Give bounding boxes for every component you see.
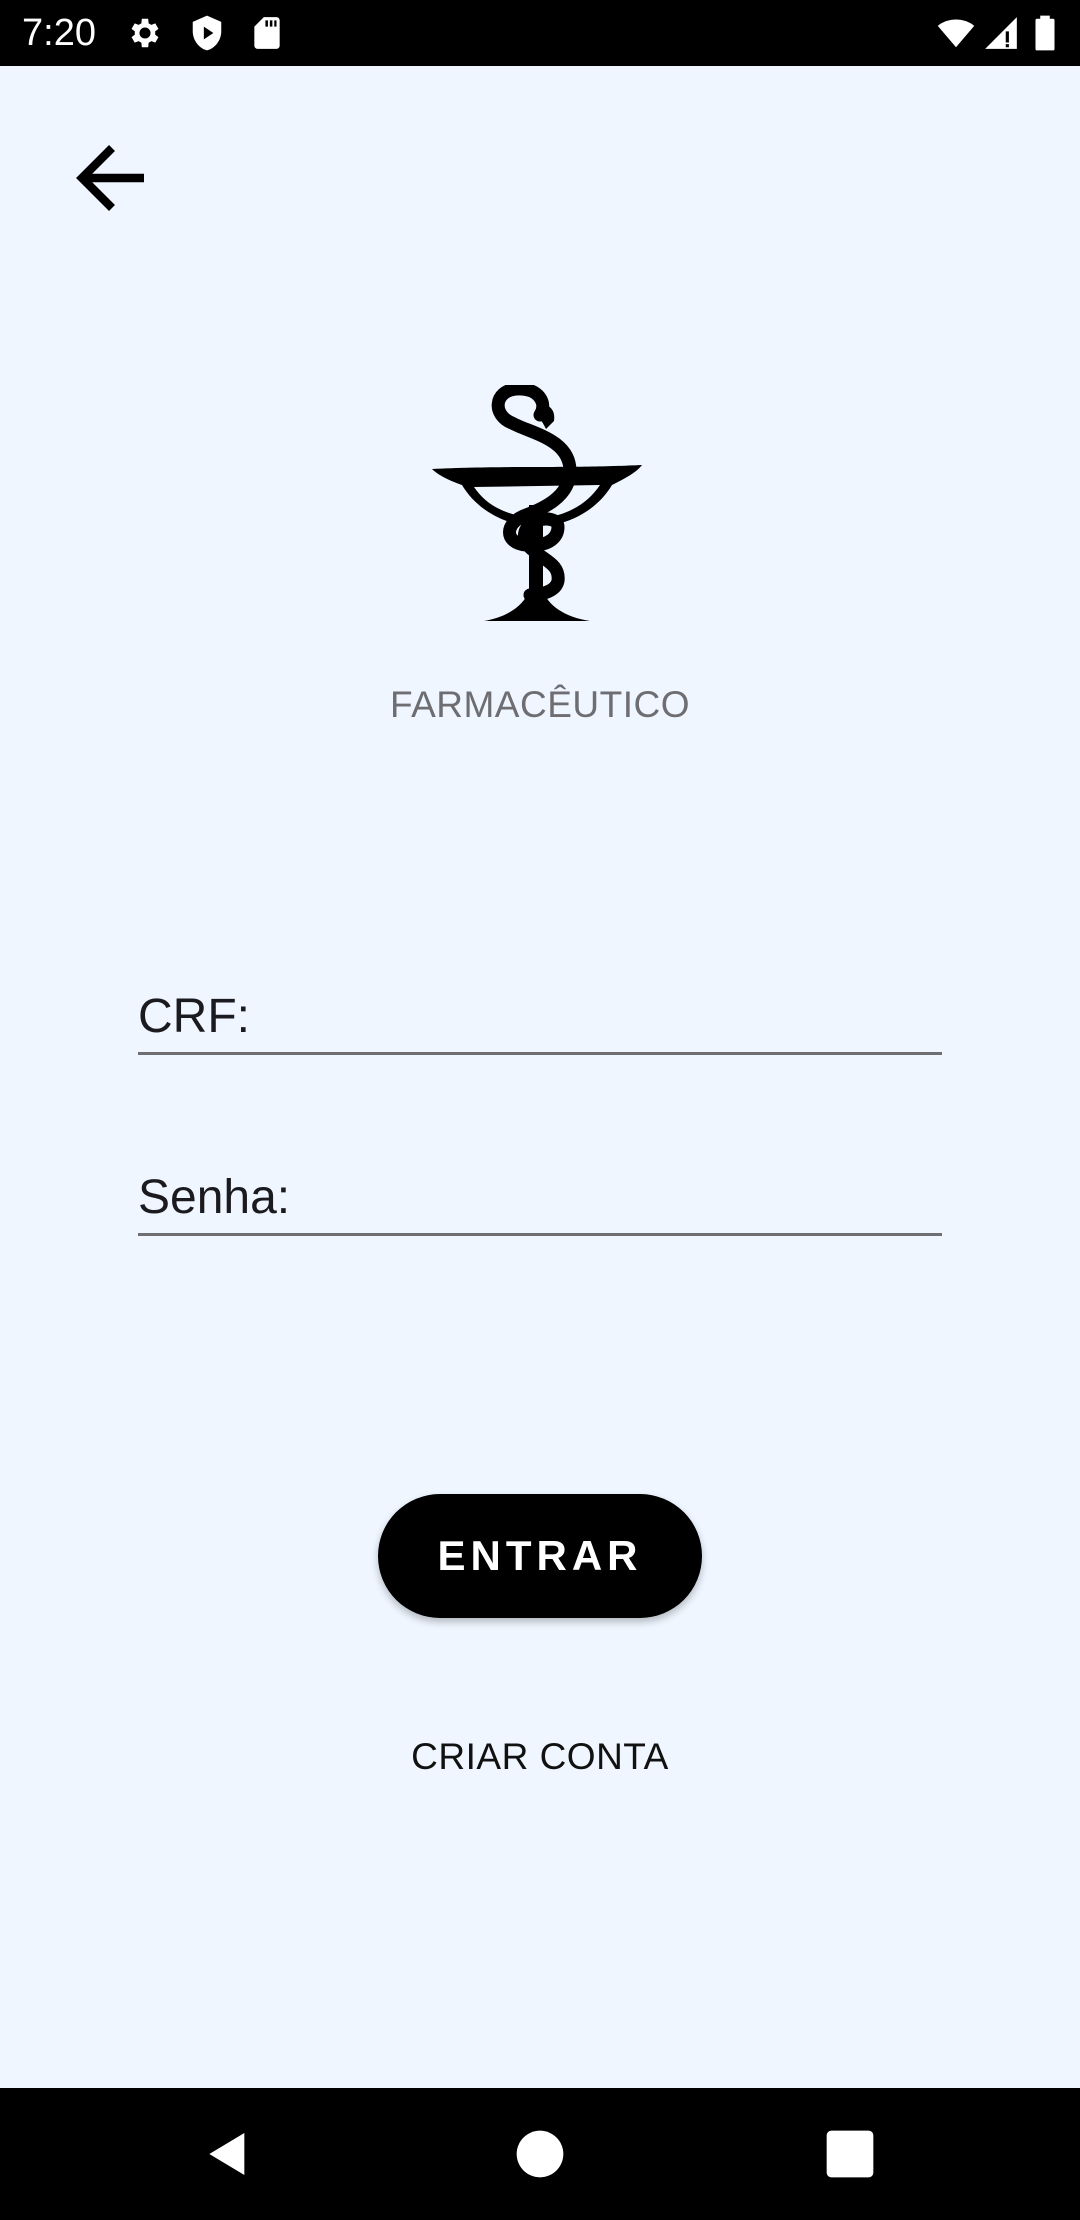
gear-icon (126, 14, 164, 52)
senha-label: Senha: (138, 1171, 291, 1224)
sd-card-icon (248, 14, 286, 52)
crf-label: CRF: (138, 990, 250, 1043)
home-circle-icon[interactable] (512, 2126, 568, 2182)
senha-input[interactable] (308, 1167, 942, 1229)
navigation-bar (0, 2088, 1080, 2220)
status-bar: 7:20 (0, 0, 1080, 66)
enter-button[interactable]: ENTRAR (378, 1494, 702, 1618)
crf-field[interactable]: CRF: (138, 970, 942, 1055)
signal-icon (982, 14, 1020, 52)
battery-icon (1030, 14, 1060, 52)
back-button[interactable] (60, 126, 164, 230)
status-time: 7:20 (22, 12, 96, 54)
back-triangle-icon[interactable] (200, 2126, 256, 2182)
shield-play-icon (188, 14, 226, 52)
arrow-left-icon (64, 130, 160, 226)
crf-input[interactable] (278, 986, 942, 1048)
create-account-button[interactable]: CRIAR CONTA (340, 1722, 740, 1792)
wifi-icon (934, 14, 978, 52)
bowl-of-hygieia-icon (430, 385, 644, 625)
recents-square-icon[interactable] (822, 2126, 878, 2182)
senha-field[interactable]: Senha: (138, 1151, 942, 1236)
role-label: FARMACÊUTICO (390, 684, 690, 725)
